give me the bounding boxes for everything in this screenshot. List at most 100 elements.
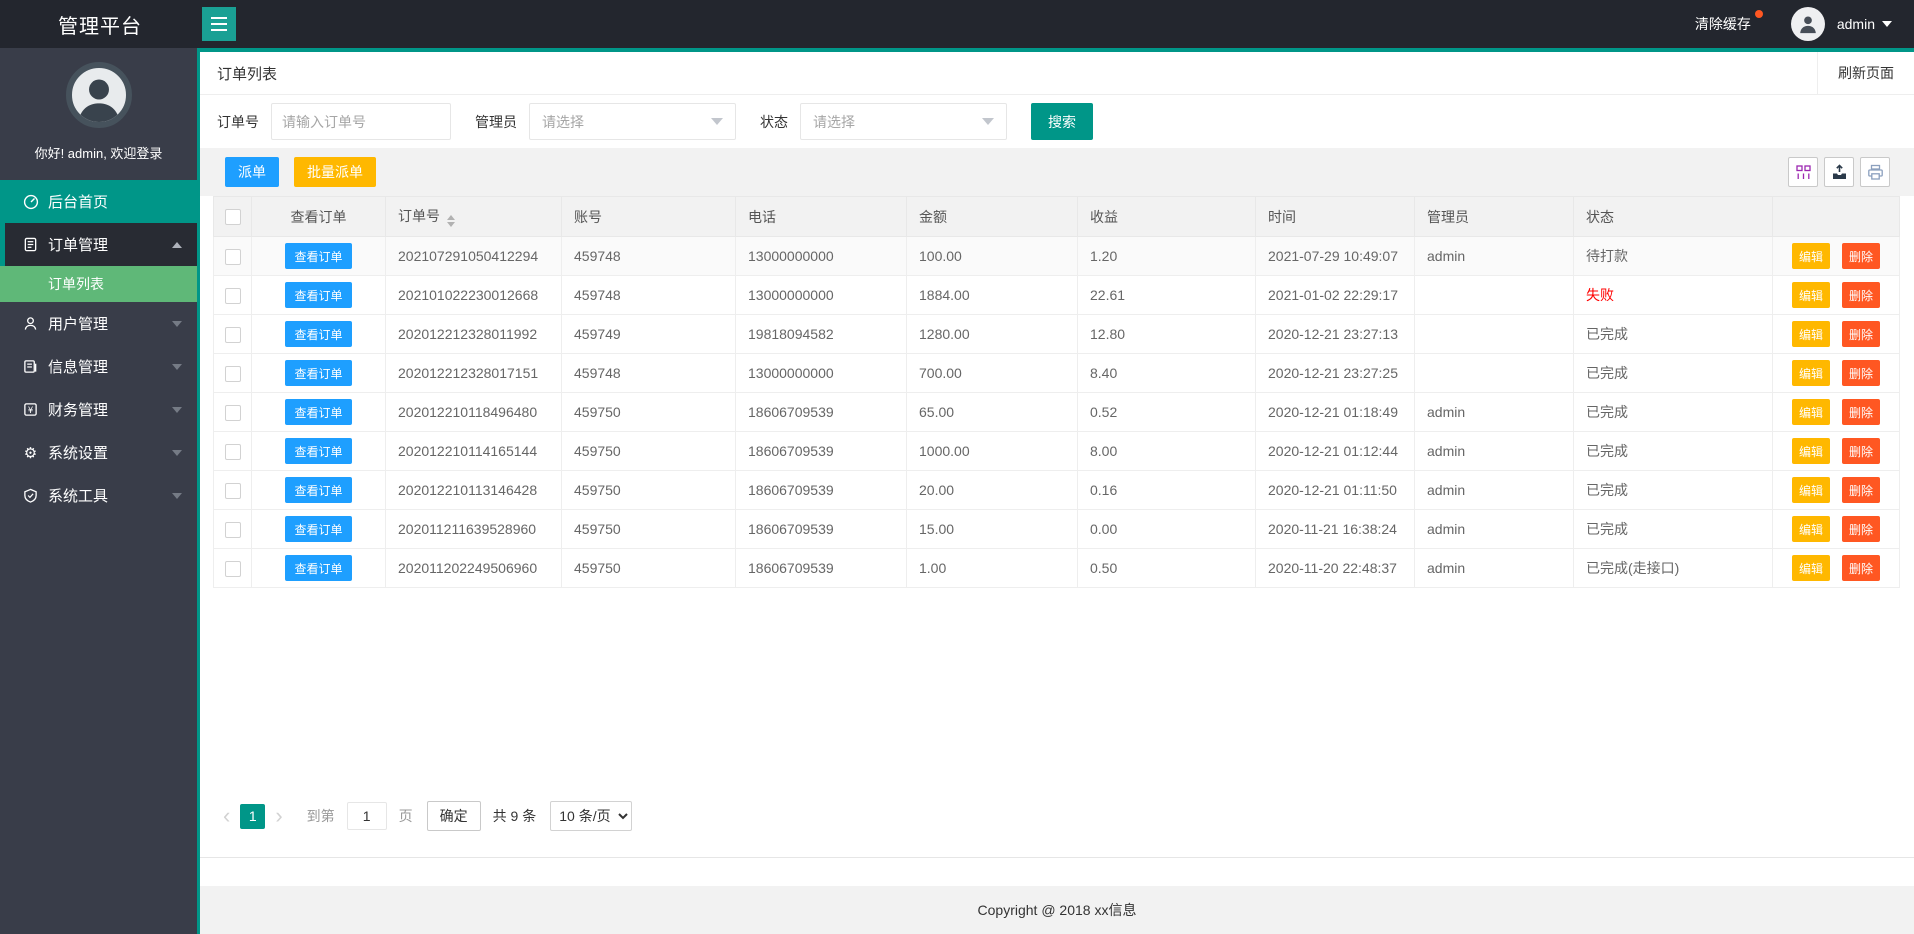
sidebar-item-dashboard[interactable]: 后台首页	[0, 180, 197, 223]
amount-cell: 20.00	[907, 471, 1078, 510]
admin-cell	[1415, 354, 1574, 393]
sort-icon[interactable]	[447, 215, 455, 227]
profit-cell: 8.00	[1078, 432, 1256, 471]
account-cell: 459750	[562, 549, 736, 588]
confirm-page-button[interactable]: 确定	[427, 801, 481, 831]
dispatch-button[interactable]: 派单	[225, 157, 279, 187]
delete-button[interactable]: 删除	[1842, 243, 1880, 269]
admin-select[interactable]: 请选择	[529, 103, 736, 140]
view-order-button[interactable]: 查看订单	[285, 321, 351, 347]
time-cell: 2020-12-21 01:12:44	[1256, 432, 1415, 471]
row-checkbox[interactable]	[225, 405, 241, 421]
delete-button[interactable]: 删除	[1842, 321, 1880, 347]
status-cell: 已完成	[1574, 393, 1773, 432]
edit-button[interactable]: 编辑	[1792, 399, 1830, 425]
amount-cell: 65.00	[907, 393, 1078, 432]
sidebar-item-tools[interactable]: 系统工具	[0, 474, 197, 517]
phone-cell: 18606709539	[736, 510, 907, 549]
row-checkbox[interactable]	[225, 444, 241, 460]
row-checkbox[interactable]	[225, 522, 241, 538]
columns-filter-button[interactable]	[1788, 157, 1818, 187]
print-button[interactable]	[1860, 157, 1890, 187]
delete-button[interactable]: 删除	[1842, 360, 1880, 386]
avatar[interactable]	[1791, 7, 1825, 41]
delete-button[interactable]: 删除	[1842, 516, 1880, 542]
sidebar-item-settings[interactable]: ⚙ 系统设置	[0, 431, 197, 474]
view-order-button[interactable]: 查看订单	[285, 282, 351, 308]
edit-button[interactable]: 编辑	[1792, 516, 1830, 542]
delete-button[interactable]: 删除	[1842, 438, 1880, 464]
next-page-icon[interactable]: ›	[265, 803, 292, 829]
edit-button[interactable]: 编辑	[1792, 555, 1830, 581]
row-checkbox[interactable]	[225, 561, 241, 577]
table-header-row: 查看订单 订单号 账号 电话 金额 收益 时间 管理员 状态	[214, 197, 1900, 237]
phone-cell: 18606709539	[736, 549, 907, 588]
select-all-checkbox[interactable]	[225, 209, 241, 225]
search-button[interactable]: 搜索	[1031, 103, 1093, 140]
view-order-button[interactable]: 查看订单	[285, 516, 351, 542]
row-checkbox[interactable]	[225, 288, 241, 304]
status-cell: 已完成	[1574, 510, 1773, 549]
batch-dispatch-button[interactable]: 批量派单	[294, 157, 376, 187]
row-checkbox[interactable]	[225, 483, 241, 499]
row-checkbox[interactable]	[225, 366, 241, 382]
hamburger-menu-icon[interactable]	[202, 7, 236, 41]
time-cell: 2021-07-29 10:49:07	[1256, 237, 1415, 276]
pagination: ‹ 1 › 到第 页 确定 共 9 条 10 条/页	[213, 799, 1901, 833]
admin-cell: admin	[1415, 549, 1574, 588]
status-cell: 已完成	[1574, 471, 1773, 510]
amount-cell: 1.00	[907, 549, 1078, 588]
sidebar-subitem-order-list[interactable]: 订单列表	[0, 266, 197, 302]
view-order-button[interactable]: 查看订单	[285, 555, 351, 581]
sidebar-item-info[interactable]: 信息管理	[0, 345, 197, 388]
view-order-button[interactable]: 查看订单	[285, 477, 351, 503]
sidebar-item-finance[interactable]: ¥ 财务管理	[0, 388, 197, 431]
account-cell: 459750	[562, 393, 736, 432]
view-order-button[interactable]: 查看订单	[285, 438, 351, 464]
goto-page-input[interactable]	[347, 802, 387, 830]
edit-button[interactable]: 编辑	[1792, 321, 1830, 347]
sidebar-item-orders[interactable]: 订单管理	[0, 223, 197, 266]
view-order-button[interactable]: 查看订单	[285, 399, 351, 425]
chevron-down-icon[interactable]	[1882, 21, 1892, 27]
columns-icon	[1795, 164, 1812, 181]
main-content: 订单列表 刷新页面 订单号 管理员 请选择 状态 请选择 搜索 派单 批量派单	[200, 48, 1914, 934]
page-size-select[interactable]: 10 条/页	[550, 801, 632, 831]
footer-gap	[200, 858, 1914, 886]
account-cell: 459749	[562, 315, 736, 354]
current-page-button[interactable]: 1	[240, 804, 265, 829]
order-no-input[interactable]	[271, 103, 451, 140]
account-cell: 459750	[562, 432, 736, 471]
username-dropdown[interactable]: admin	[1837, 16, 1875, 32]
admin-cell: admin	[1415, 510, 1574, 549]
edit-button[interactable]: 编辑	[1792, 360, 1830, 386]
row-checkbox[interactable]	[225, 249, 241, 265]
delete-button[interactable]: 删除	[1842, 555, 1880, 581]
edit-button[interactable]: 编辑	[1792, 243, 1830, 269]
delete-button[interactable]: 删除	[1842, 282, 1880, 308]
view-order-button[interactable]: 查看订单	[285, 243, 351, 269]
admin-cell	[1415, 276, 1574, 315]
delete-button[interactable]: 删除	[1842, 399, 1880, 425]
order-no-cell: 202012212328011992	[386, 315, 562, 354]
edit-button[interactable]: 编辑	[1792, 282, 1830, 308]
profit-cell: 12.80	[1078, 315, 1256, 354]
view-order-button[interactable]: 查看订单	[285, 360, 351, 386]
sidebar-item-users[interactable]: 用户管理	[0, 302, 197, 345]
order-icon	[22, 236, 39, 253]
row-checkbox[interactable]	[225, 327, 241, 343]
refresh-page-button[interactable]: 刷新页面	[1817, 52, 1914, 95]
export-button[interactable]	[1824, 157, 1854, 187]
chevron-down-icon	[172, 407, 182, 413]
delete-button[interactable]: 删除	[1842, 477, 1880, 503]
page-header: 订单列表 刷新页面	[200, 52, 1914, 95]
order-table-body: 查看订单 202107291050412294 459748 130000000…	[214, 237, 1900, 588]
clear-cache-button[interactable]: 清除缓存	[1695, 14, 1751, 34]
status-select[interactable]: 请选择	[800, 103, 1007, 140]
edit-button[interactable]: 编辑	[1792, 477, 1830, 503]
col-header-order-no[interactable]: 订单号	[386, 197, 562, 237]
prev-page-icon[interactable]: ‹	[213, 803, 240, 829]
page-title: 订单列表	[200, 63, 277, 84]
sidebar-item-label: 订单管理	[48, 234, 108, 255]
edit-button[interactable]: 编辑	[1792, 438, 1830, 464]
